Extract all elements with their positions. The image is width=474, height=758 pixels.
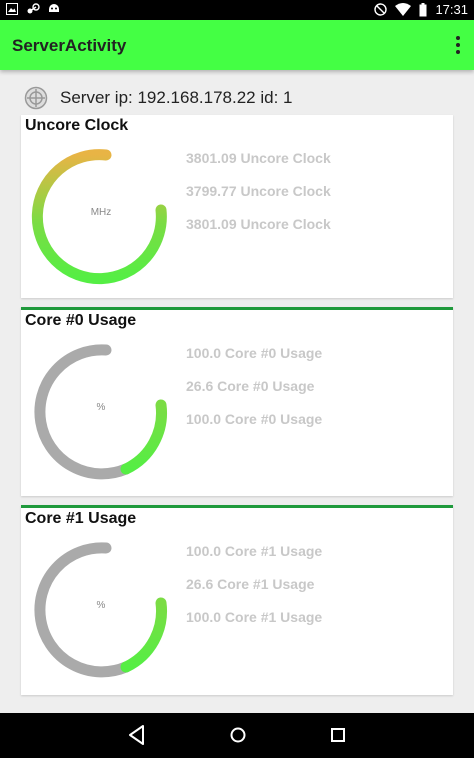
readings-list: 100.0 Core #1 Usage 26.6 Core #1 Usage 1… xyxy=(186,540,322,639)
status-bar: 17:31 xyxy=(0,0,474,20)
reading-item: 100.0 Core #0 Usage xyxy=(186,411,323,427)
app-bar: ServerActivity xyxy=(0,20,474,70)
battery-icon xyxy=(419,2,427,16)
status-time: 17:31 xyxy=(435,2,468,17)
reading-item: 100.0 Core #1 Usage xyxy=(186,543,323,559)
card-title: Core #1 Usage xyxy=(25,510,137,527)
card-title: Uncore Clock xyxy=(25,117,129,134)
overflow-menu-icon[interactable] xyxy=(452,32,464,58)
home-icon[interactable] xyxy=(228,724,248,746)
card-core1-usage: Core #1 Usage % 100.0 Core #1 Usage 26.6… xyxy=(21,505,453,695)
gauge-fill xyxy=(120,399,167,475)
card-title: Core #0 Usage xyxy=(25,312,137,329)
gauge-unit: % xyxy=(96,402,106,413)
readings-list: 3801.09 Uncore Clock 3799.77 Uncore Cloc… xyxy=(186,147,331,246)
recents-icon[interactable] xyxy=(328,724,348,746)
android-icon xyxy=(49,4,59,12)
gauge-unit: % xyxy=(96,600,106,611)
reading-item: 100.0 Core #0 Usage xyxy=(186,345,323,361)
navigation-bar xyxy=(0,713,474,758)
reading-item: 3801.09 Uncore Clock xyxy=(186,150,331,166)
card-core0-usage: Core #0 Usage % 100.0 Core #0 Usage 26.6… xyxy=(21,307,453,496)
steam-icon xyxy=(27,3,40,14)
app-title: ServerActivity xyxy=(12,36,127,55)
server-info-text: Server ip: 192.168.178.22 id: 1 xyxy=(60,88,293,107)
reading-item: 100.0 Core #1 Usage xyxy=(186,609,323,625)
reading-item: 3799.77 Uncore Clock xyxy=(186,183,331,199)
wifi-icon xyxy=(395,3,412,16)
back-icon[interactable] xyxy=(127,724,147,746)
server-info-row: Server ip: 192.168.178.22 id: 1 xyxy=(24,86,293,110)
do-not-disturb-icon xyxy=(374,3,388,16)
reading-item: 26.6 Core #1 Usage xyxy=(186,576,315,592)
card-uncore-clock: Uncore Clock MHz 3801.09 Uncore Clock 37… xyxy=(21,115,453,298)
gallery-icon xyxy=(6,3,18,15)
gauge-fill xyxy=(120,597,167,673)
reading-item: 3801.09 Uncore Clock xyxy=(186,216,331,232)
gauge-unit: MHz xyxy=(90,207,112,218)
reading-item: 26.6 Core #0 Usage xyxy=(186,378,315,394)
readings-list: 100.0 Core #0 Usage 26.6 Core #0 Usage 1… xyxy=(186,342,322,441)
server-target-icon[interactable] xyxy=(24,86,48,110)
